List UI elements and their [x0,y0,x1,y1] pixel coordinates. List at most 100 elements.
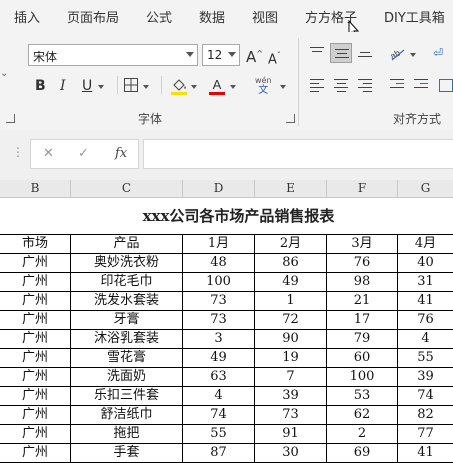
cell-mar[interactable]: 21 [327,292,398,311]
cell-apr[interactable]: 31 [398,273,453,292]
cell-jan[interactable]: 55 [183,425,255,444]
cell-feb[interactable]: 72 [255,311,327,330]
cell-mar[interactable]: 76 [327,254,398,273]
font-color-icon[interactable]: A [208,76,226,96]
align-left-button[interactable] [306,76,328,96]
align-top-button[interactable] [306,43,328,63]
cell-mar[interactable]: 69 [327,444,398,463]
wen-dropdown-icon[interactable] [280,85,286,89]
shrink-font-button[interactable]: Aˇ [268,48,281,68]
cell-mar[interactable]: 98 [327,273,398,292]
font-dialog-launcher-icon[interactable] [286,114,295,123]
italic-button[interactable]: I [60,78,66,94]
cell-market[interactable]: 广州 [0,406,71,425]
column-header-e[interactable]: E [255,180,327,198]
cell-jan[interactable]: 49 [183,349,255,368]
column-header-f[interactable]: F [327,180,398,198]
cell-product[interactable]: 舒洁纸巾 [71,406,183,425]
cell-feb[interactable]: 1 [255,292,327,311]
cell-market[interactable]: 广州 [0,387,71,406]
align-right-button[interactable] [354,76,376,96]
tab-view[interactable]: 视图 [252,7,278,26]
orientation-dropdown-icon[interactable] [410,53,416,57]
text-orientation-icon[interactable]: ab [388,44,406,62]
grow-font-button[interactable]: A^ [246,46,263,65]
cell-jan[interactable]: 73 [183,292,255,311]
merge-center-button[interactable] [436,76,453,96]
cell-feb[interactable]: 30 [255,444,327,463]
cell-market[interactable]: 广州 [0,425,71,444]
cell-product[interactable]: 印花毛巾 [71,273,183,292]
cell-feb[interactable]: 49 [255,273,327,292]
cell-jan[interactable]: 73 [183,311,255,330]
underline-button[interactable]: U [82,78,92,94]
header-cell-mar[interactable]: 3月 [327,235,398,254]
tab-insert[interactable]: 插入 [14,7,40,26]
tab-page-layout[interactable]: 页面布局 [67,7,119,26]
cell-feb[interactable]: 7 [255,368,327,387]
wen-pinyin-button[interactable]: wén 文 [255,76,272,96]
cell-apr[interactable]: 77 [398,425,453,444]
header-cell-jan[interactable]: 1月 [183,235,255,254]
cell-mar[interactable]: 53 [327,387,398,406]
cell-product[interactable]: 牙膏 [71,311,183,330]
cell-mar[interactable]: 60 [327,349,398,368]
cell-product[interactable]: 洗发水套装 [71,292,183,311]
cell-apr[interactable]: 76 [398,311,453,330]
cell-mar[interactable]: 17 [327,311,398,330]
cell-apr[interactable]: 40 [398,254,453,273]
header-cell-market[interactable]: 市场 [0,235,71,254]
cell-mar[interactable]: 62 [327,406,398,425]
wrap-text-icon[interactable]: ⏎ [433,45,443,61]
formula-bar-handle-icon[interactable]: ⋮ [12,145,24,159]
align-center-button[interactable] [330,76,352,96]
cell-jan[interactable]: 100 [183,273,255,292]
cell-market[interactable]: 广州 [0,444,71,463]
cell-feb[interactable]: 91 [255,425,327,444]
cell-apr[interactable]: 39 [398,368,453,387]
cell-feb[interactable]: 86 [255,254,327,273]
formula-input[interactable] [143,139,453,169]
cell-product[interactable]: 乐扣三件套 [71,387,183,406]
cell-market[interactable]: 广州 [0,292,71,311]
cell-market[interactable]: 广州 [0,273,71,292]
ribbon-scroll-left-icon[interactable]: ⌄ [0,66,8,82]
increase-indent-button[interactable] [410,76,432,96]
align-bottom-button[interactable] [354,43,376,63]
cell-feb[interactable]: 90 [255,330,327,349]
insert-function-icon[interactable]: fx [115,146,127,161]
cell-product[interactable]: 奥妙洗衣粉 [71,254,183,273]
cell-market[interactable]: 广州 [0,368,71,387]
cell-apr[interactable]: 41 [398,444,453,463]
cell-jan[interactable]: 4 [183,387,255,406]
border-dropdown-icon[interactable] [143,85,149,89]
cell-mar[interactable]: 2 [327,425,398,444]
cell-jan[interactable]: 3 [183,330,255,349]
cell-jan[interactable]: 74 [183,406,255,425]
cell-product[interactable]: 拖把 [71,425,183,444]
cell-product[interactable]: 沐浴乳套装 [71,330,183,349]
cell-product[interactable]: 雪花膏 [71,349,183,368]
cell-apr[interactable]: 82 [398,406,453,425]
fill-color-icon[interactable] [170,76,188,96]
tab-formulas[interactable]: 公式 [146,7,172,26]
font-color-dropdown-icon[interactable] [230,85,236,89]
bold-button[interactable]: B [35,78,46,94]
cell-apr[interactable]: 55 [398,349,453,368]
column-header-c[interactable]: C [71,180,183,198]
cell-market[interactable]: 广州 [0,311,71,330]
cell-product[interactable]: 手套 [71,444,183,463]
font-name-select[interactable]: 宋体 [28,44,198,66]
header-cell-apr[interactable]: 4月 [398,235,453,254]
cell-product[interactable]: 洗面奶 [71,368,183,387]
underline-dropdown-icon[interactable] [98,85,104,89]
cell-jan[interactable]: 48 [183,254,255,273]
tab-diy-toolbox[interactable]: DIY工具箱 [384,7,445,26]
cell-market[interactable]: 广州 [0,254,71,273]
cell-apr[interactable]: 74 [398,387,453,406]
column-header-g[interactable]: G [398,180,453,198]
fill-color-dropdown-icon[interactable] [191,85,197,89]
cell-jan[interactable]: 63 [183,368,255,387]
report-title[interactable]: xxx公司各市场产品销售报表 [0,198,453,234]
cell-market[interactable]: 广州 [0,349,71,368]
